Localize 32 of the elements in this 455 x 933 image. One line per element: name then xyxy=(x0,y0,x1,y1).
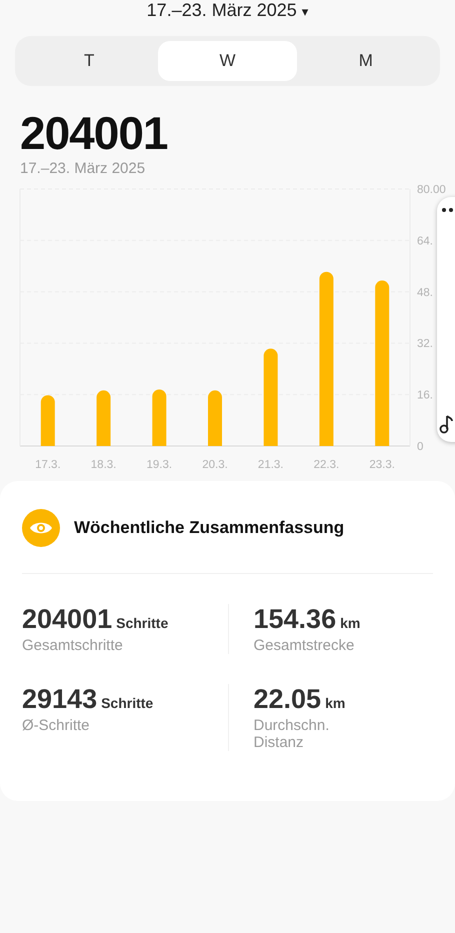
period-tab[interactable]: W xyxy=(158,41,297,81)
x-tick-label: 23.3. xyxy=(369,459,395,471)
stat-unit: Schritte xyxy=(116,615,168,631)
stat-label: Durchschn. Distanz xyxy=(254,717,330,751)
period-tab[interactable]: T xyxy=(20,41,158,81)
x-tick-label: 22.3. xyxy=(314,459,340,471)
x-tick-label: 17.3. xyxy=(35,459,61,471)
y-tick-label: 48. xyxy=(417,286,433,299)
x-tick-label: 18.3. xyxy=(90,459,116,471)
y-tick-label: 64. xyxy=(417,235,433,248)
stat-label: Gesamtstrecke xyxy=(254,637,356,654)
y-tick-label: 32. xyxy=(417,338,433,350)
date-selector[interactable]: 17.–23. März 2025 ▾ xyxy=(146,0,308,20)
stat-unit: Schritte xyxy=(101,695,154,711)
x-tick-label: 21.3. xyxy=(258,459,284,471)
stat-unit: km xyxy=(340,615,360,631)
y-tick-label: 0 xyxy=(417,441,424,453)
stat-unit: km xyxy=(325,695,346,711)
stat-value: 29143 xyxy=(22,684,98,715)
y-tick-label: 16. xyxy=(417,390,433,402)
x-tick-label: 20.3. xyxy=(202,459,228,471)
date-range: 17.–23. März 2025 xyxy=(20,160,146,177)
stat-label: Ø-Schritte xyxy=(22,717,91,734)
stat-value: 22.05 xyxy=(254,684,322,715)
x-tick-label: 19.3. xyxy=(146,459,172,471)
stat-value: 154.36 xyxy=(254,604,336,635)
y-tick-label: 80.00 xyxy=(417,184,446,196)
period-tab[interactable]: M xyxy=(296,41,435,81)
summary-title: Wöchentliche Zusammenfassung xyxy=(74,518,344,538)
stat-label: Gesamtschritte xyxy=(22,637,124,654)
total-steps: 204001 xyxy=(20,106,455,160)
stat-value: 204001 xyxy=(22,604,112,635)
